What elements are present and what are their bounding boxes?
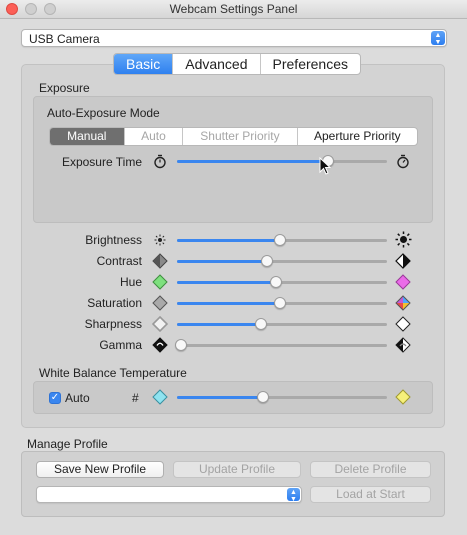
window-title: Webcam Settings Panel: [169, 2, 298, 16]
brightness-knob[interactable]: [274, 234, 286, 246]
gamma-slider[interactable]: [177, 344, 387, 347]
camera-select[interactable]: USB Camera ▲ ▼: [21, 29, 447, 47]
saturation-fill: [177, 302, 280, 305]
auto-exposure-mode-selector: Manual Auto Shutter Priority Aperture Pr…: [49, 127, 418, 146]
camera-select-value: USB Camera: [29, 32, 100, 46]
contrast-high-icon: [395, 253, 411, 269]
brightness-label: Brightness: [85, 233, 142, 247]
zoom-window-button[interactable]: [44, 3, 56, 15]
white-balance-hash: #: [132, 391, 139, 405]
hue-slider[interactable]: [177, 281, 387, 284]
close-window-button[interactable]: [6, 3, 18, 15]
exposure-time-fill: [177, 160, 328, 163]
tab-preferences[interactable]: Preferences: [259, 54, 360, 74]
auto-exposure-mode-label: Auto-Exposure Mode: [47, 106, 160, 120]
hue-label: Hue: [119, 275, 142, 289]
white-balance-auto-checkbox[interactable]: ✓: [49, 392, 61, 404]
hue-green-icon: [152, 274, 168, 290]
white-balance-fill: [177, 396, 263, 399]
tab-advanced[interactable]: Advanced: [172, 54, 259, 74]
white-balance-auto-label: Auto: [65, 391, 90, 405]
tab-basic[interactable]: Basic: [114, 54, 173, 74]
select-stepper-icon: ▲ ▼: [431, 31, 445, 46]
hue-fill: [177, 281, 276, 284]
manage-profile-heading: Manage Profile: [27, 437, 108, 451]
sharpness-knob[interactable]: [255, 318, 267, 330]
saturation-knob[interactable]: [274, 297, 286, 309]
contrast-knob[interactable]: [261, 255, 273, 267]
tab-bar: Basic Advanced Preferences: [113, 53, 361, 75]
sharpness-slider[interactable]: [177, 323, 387, 326]
sharpness-fill: [177, 323, 261, 326]
sharpness-high-icon: [395, 316, 411, 332]
gamma-knob[interactable]: [175, 339, 187, 351]
mouse-pointer-icon: [319, 157, 331, 175]
profile-select[interactable]: ▲ ▼: [36, 486, 302, 503]
update-profile-button[interactable]: Update Profile: [173, 461, 301, 478]
exposure-time-slider[interactable]: [177, 160, 387, 163]
white-balance-slider[interactable]: [177, 396, 387, 399]
gamma-high-icon: [395, 337, 411, 353]
contrast-fill: [177, 260, 267, 263]
exposure-time-label: Exposure Time: [61, 155, 142, 169]
hue-magenta-icon: [395, 274, 411, 290]
select-stepper-icon: ▲ ▼: [287, 488, 300, 503]
mode-auto: Auto: [123, 128, 183, 145]
load-at-start-button[interactable]: Load at Start: [310, 486, 431, 503]
saturation-low-icon: [152, 295, 168, 311]
exposure-heading: Exposure: [39, 81, 90, 95]
brightness-low-icon: [154, 234, 166, 246]
hue-knob[interactable]: [270, 276, 282, 288]
save-new-profile-button[interactable]: Save New Profile: [36, 461, 164, 478]
sharpness-low-icon: [152, 316, 168, 332]
sharpness-label: Sharpness: [84, 317, 142, 331]
minimize-window-button[interactable]: [25, 3, 37, 15]
delete-profile-button[interactable]: Delete Profile: [310, 461, 431, 478]
mode-shutter-priority: Shutter Priority: [182, 128, 296, 145]
timer-icon: [154, 154, 166, 169]
brightness-high-icon: [395, 231, 412, 248]
contrast-label: Contrast: [96, 254, 142, 268]
gamma-label: Gamma: [99, 338, 142, 352]
gamma-low-icon: [152, 337, 168, 353]
white-balance-knob[interactable]: [257, 391, 269, 403]
mode-manual[interactable]: Manual: [50, 128, 124, 145]
contrast-low-icon: [152, 253, 168, 269]
saturation-high-icon: [395, 295, 411, 311]
cool-temperature-icon: [152, 389, 168, 405]
white-balance-heading: White Balance Temperature: [39, 366, 187, 380]
mode-aperture-priority[interactable]: Aperture Priority: [296, 128, 417, 145]
brightness-fill: [177, 239, 280, 242]
saturation-label: Saturation: [87, 296, 142, 310]
contrast-slider[interactable]: [177, 260, 387, 263]
warm-temperature-icon: [395, 389, 411, 405]
stopwatch-icon: [397, 154, 409, 169]
title-bar: Webcam Settings Panel: [0, 0, 467, 19]
